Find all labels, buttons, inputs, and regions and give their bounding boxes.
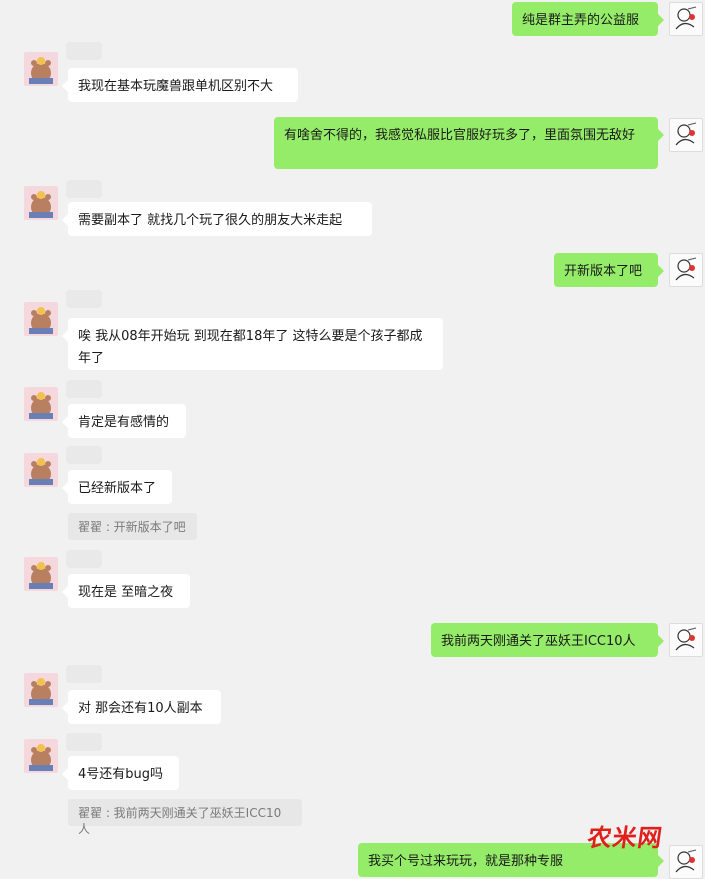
my-avatar[interactable] — [669, 845, 703, 879]
message-bubble-received[interactable]: 唉 我从08年开始玩 到现在都18年了 这特么要是个孩子都成年了 — [62, 318, 443, 370]
quoted-text: 翟翟 : 开新版本了吧 — [78, 520, 186, 534]
message-text: 肯定是有感情的 — [78, 415, 170, 430]
sender-name-redacted — [66, 380, 102, 398]
message-bubble-received[interactable]: 对 那会还有10人副本 — [62, 690, 221, 724]
cartoon-bear-icon — [29, 191, 53, 218]
cartoon-bear-icon — [29, 57, 53, 84]
sketch-girl-icon — [675, 627, 697, 651]
cartoon-bear-icon — [29, 392, 53, 419]
sketch-girl-icon — [675, 122, 697, 146]
message-text: 唉 我从08年开始玩 到现在都18年了 这特么要是个孩子都成年了 — [78, 329, 423, 366]
peer-avatar[interactable] — [24, 557, 58, 591]
message-bubble-sent[interactable]: 有啥舍不得的，我感觉私服比官服好玩多了，里面氛围无敌好 — [274, 117, 664, 169]
sender-name-redacted — [66, 446, 102, 464]
cartoon-bear-icon — [29, 307, 53, 334]
peer-avatar[interactable] — [24, 52, 58, 86]
cartoon-bear-icon — [29, 678, 53, 705]
quoted-reply[interactable]: 翟翟 : 开新版本了吧 — [68, 513, 197, 540]
chat-history[interactable]: 纯是群主弄的公益服 我现在基本玩魔兽跟单机区别不大 有啥舍不得的，我感觉私服比官… — [0, 0, 705, 879]
quoted-text: 翟翟 : 我前两天刚通关了巫妖王ICC10人 — [78, 806, 282, 836]
sender-name-redacted — [66, 665, 102, 683]
my-avatar[interactable] — [669, 253, 703, 287]
cartoon-bear-icon — [29, 458, 53, 485]
message-text: 我前两天刚通关了巫妖王ICC10人 — [441, 634, 636, 649]
message-bubble-received[interactable]: 我现在基本玩魔兽跟单机区别不大 — [62, 68, 298, 102]
message-text: 我现在基本玩魔兽跟单机区别不大 — [78, 79, 274, 94]
sketch-girl-icon — [675, 849, 697, 873]
peer-avatar[interactable] — [24, 673, 58, 707]
peer-avatar[interactable] — [24, 453, 58, 487]
quoted-reply[interactable]: 翟翟 : 我前两天刚通关了巫妖王ICC10人 — [68, 799, 302, 836]
sender-name-redacted — [66, 42, 102, 60]
message-text: 4号还有bug吗 — [78, 767, 164, 782]
message-bubble-sent[interactable]: 开新版本了吧 — [554, 253, 664, 287]
sender-name-redacted — [66, 550, 102, 568]
sketch-girl-icon — [675, 257, 697, 281]
cartoon-bear-icon — [29, 744, 53, 771]
peer-avatar[interactable] — [24, 302, 58, 336]
message-text: 有啥舍不得的，我感觉私服比官服好玩多了，里面氛围无敌好 — [284, 128, 636, 143]
site-watermark: 农米网 — [585, 824, 665, 852]
message-bubble-received[interactable]: 已经新版本了 — [62, 470, 172, 504]
my-avatar[interactable] — [669, 118, 703, 152]
message-text: 对 那会还有10人副本 — [78, 701, 203, 716]
my-avatar[interactable] — [669, 2, 703, 36]
message-text: 需要副本了 就找几个玩了很久的朋友大米走起 — [78, 213, 343, 228]
message-bubble-sent[interactable]: 纯是群主弄的公益服 — [512, 2, 664, 36]
message-text: 开新版本了吧 — [564, 264, 643, 279]
message-bubble-received[interactable]: 肯定是有感情的 — [62, 404, 186, 438]
peer-avatar[interactable] — [24, 387, 58, 421]
message-text: 纯是群主弄的公益服 — [522, 13, 640, 28]
peer-avatar[interactable] — [24, 739, 58, 773]
my-avatar[interactable] — [669, 623, 703, 657]
message-bubble-received[interactable]: 4号还有bug吗 — [62, 756, 179, 790]
sketch-girl-icon — [675, 6, 697, 30]
message-bubble-received[interactable]: 现在是 至暗之夜 — [62, 574, 190, 608]
message-text: 已经新版本了 — [78, 481, 157, 496]
sender-name-redacted — [66, 180, 102, 198]
message-bubble-sent[interactable]: 我前两天刚通关了巫妖王ICC10人 — [431, 623, 664, 657]
sender-name-redacted — [66, 733, 102, 751]
cartoon-bear-icon — [29, 562, 53, 589]
message-text: 我买个号过来玩玩，就是那种专服 — [368, 854, 564, 869]
peer-avatar[interactable] — [24, 186, 58, 220]
sender-name-redacted — [66, 290, 102, 308]
message-bubble-received[interactable]: 需要副本了 就找几个玩了很久的朋友大米走起 — [62, 202, 372, 236]
message-text: 现在是 至暗之夜 — [78, 585, 174, 600]
